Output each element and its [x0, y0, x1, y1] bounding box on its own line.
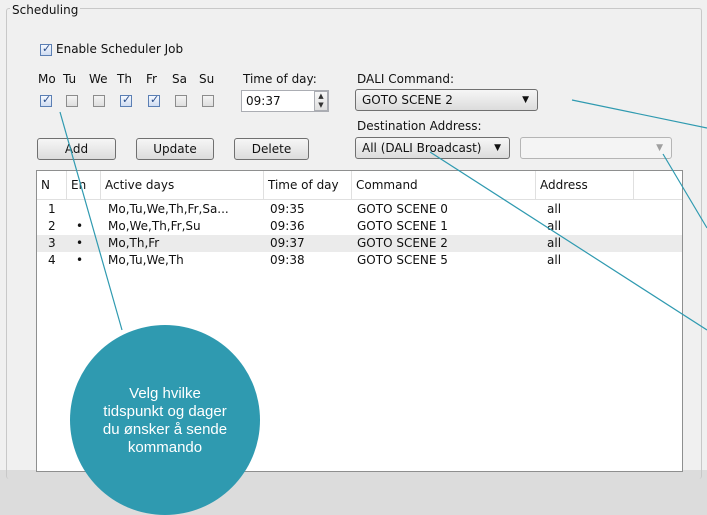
callout-bubble: Velg hvilke tidspunkt og dager du ønsker…	[70, 325, 260, 515]
dali-command-leader-line	[571, 99, 707, 129]
callout-text: Velg hvilke tidspunkt og dager du ønsker…	[102, 385, 228, 456]
destination-address-leader-line	[429, 151, 707, 331]
destination-extra-leader-line	[662, 153, 707, 229]
callout-leader-line	[59, 111, 123, 331]
scheduler-window: Scheduling ✓ Enable Scheduler Job Mo Tu …	[0, 0, 707, 515]
